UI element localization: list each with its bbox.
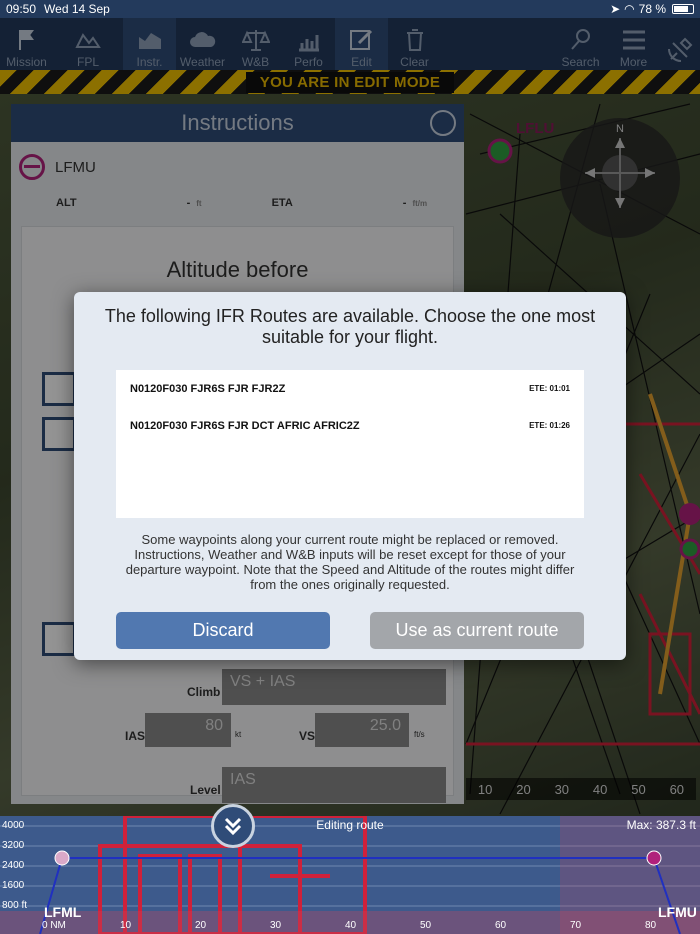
route-ete: ETE: 01:01 [529, 384, 570, 393]
date: Wed 14 Sep [44, 2, 110, 16]
x-axis-label: 80 [645, 920, 657, 931]
x-axis-label: 10 [120, 920, 132, 931]
x-axis-label: 40 [345, 920, 357, 931]
profile-end-label: LFMU [658, 904, 697, 920]
profile-start-label: LFML [44, 904, 82, 920]
battery-icon [672, 4, 694, 14]
location-icon: ➤ [610, 2, 621, 16]
dialog-title: The following IFR Routes are available. … [104, 306, 596, 347]
route-option[interactable]: N0120F030 FJR6S FJR DCT AFRIC AFRIC2Z ET… [116, 407, 584, 444]
collapse-profile-button[interactable] [211, 804, 255, 848]
x-axis-label: 70 [570, 920, 582, 931]
route-string: N0120F030 FJR6S FJR FJR2Z [130, 382, 286, 395]
x-axis-label: 0 NM [42, 920, 66, 931]
route-ete: ETE: 01:26 [529, 421, 570, 430]
use-as-current-route-button[interactable]: Use as current route [370, 612, 584, 649]
x-axis-label: 60 [495, 920, 507, 931]
discard-button[interactable]: Discard [116, 612, 330, 649]
dialog-note: Some waypoints along your current route … [125, 532, 575, 592]
vertical-profile[interactable]: Editing route Max: 387.3 ft 4000 3200 24… [0, 816, 700, 934]
x-axis-label: 30 [270, 920, 282, 931]
y-axis-label: 4000 [2, 820, 25, 831]
battery-percent: 78 % [638, 2, 666, 16]
wifi-icon: ◠ [624, 2, 635, 16]
route-option[interactable]: N0120F030 FJR6S FJR FJR2Z ETE: 01:01 [116, 370, 584, 407]
y-axis-label: 2400 [2, 860, 25, 871]
routes-list: N0120F030 FJR6S FJR FJR2Z ETE: 01:01 N01… [116, 370, 584, 518]
x-axis-label: 20 [195, 920, 207, 931]
x-axis-label: 50 [420, 920, 432, 931]
profile-title: Editing route [316, 818, 384, 832]
y-axis-label: 800 ft [2, 900, 28, 911]
clock: 09:50 [6, 2, 37, 16]
profile-max-altitude: Max: 387.3 ft [626, 818, 696, 832]
ifr-routes-dialog: The following IFR Routes are available. … [74, 292, 626, 660]
y-axis-label: 1600 [2, 880, 25, 891]
y-axis-label: 3200 [2, 840, 25, 851]
route-string: N0120F030 FJR6S FJR DCT AFRIC AFRIC2Z [130, 419, 360, 432]
double-chevron-down-icon [224, 817, 242, 836]
status-bar: 09:50 Wed 14 Sep ➤ ◠ 78 % [0, 0, 700, 18]
profile-graph [0, 816, 700, 934]
